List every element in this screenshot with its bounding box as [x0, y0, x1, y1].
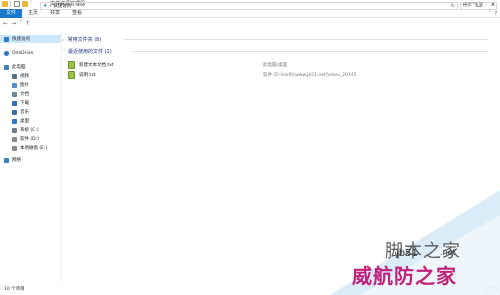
group-title: 最近使用的文件 (2) [68, 48, 112, 55]
text-file-icon [68, 61, 75, 69]
quick-access-toolbar: | ˇ [2, 1, 32, 7]
sidebar-item-onedrive[interactable]: OneDrive [0, 49, 33, 57]
sidebar-item-label: 网络 [12, 158, 21, 163]
sidebar-item-drive-c[interactable]: 系统 (C:) [0, 126, 39, 134]
sidebar-item-music[interactable]: 音乐 [0, 108, 29, 116]
sidebar-item-label: 此电脑 [12, 65, 26, 70]
navigation-pane: 快速访问 OneDrive 此电脑 视频 图片 文档 下载 音乐 桌面 系统 (… [0, 32, 62, 282]
picture-icon [12, 82, 17, 88]
item-count: 10 个项目 [4, 287, 25, 292]
file-path: 此电脑\桌面 [263, 63, 288, 68]
group-divider [133, 51, 488, 52]
drive-icon [12, 136, 17, 142]
qat-dropdown-icon[interactable]: ˇ [30, 1, 33, 7]
tab-file[interactable]: 文件 [0, 8, 23, 18]
text-file-icon [68, 71, 75, 79]
watermark-site: jb51 [396, 248, 418, 259]
desktop-icon [12, 118, 17, 124]
sidebar-item-documents[interactable]: 文档 [0, 90, 29, 98]
group-title: 常用文件夹 (8) [67, 36, 102, 43]
sidebar-item-label: 本地磁盘 (E:) [20, 146, 48, 151]
sidebar-item-quick-access[interactable]: 快速访问 [0, 35, 61, 43]
file-name: 新建文本文档.txt [79, 63, 114, 68]
properties-icon[interactable] [13, 1, 20, 7]
sidebar-item-pictures[interactable]: 图片 [0, 81, 29, 89]
breadcrumb-quick-access[interactable]: 快速访问 [53, 3, 71, 9]
sidebar-item-drive-e[interactable]: 本地磁盘 (E:) [0, 144, 47, 152]
sidebar-item-label: 快速访问 [12, 37, 30, 42]
sidebar-item-label: 视频 [20, 74, 29, 79]
sidebar-item-network[interactable]: 网络 [0, 156, 21, 164]
view-switcher [485, 287, 497, 292]
list-item[interactable]: 新建文本文档.txt 此电脑\桌面 [68, 60, 488, 70]
sidebar-item-label: 图片 [20, 83, 29, 88]
refresh-icon[interactable]: ↻ [451, 3, 455, 9]
sidebar-item-label: 软件 (D:) [20, 137, 39, 142]
search-input[interactable]: 搜索"快速... ⌕ [460, 2, 497, 10]
ribbon-controls: ˇ ? [489, 9, 497, 18]
qat-separator: | [10, 1, 12, 7]
search-placeholder: 搜索"快速... [463, 3, 488, 8]
large-icons-view-icon[interactable] [492, 287, 497, 292]
expand-ribbon-icon[interactable]: ˇ [489, 11, 492, 17]
address-bar[interactable]: ★ › 快速访问 ↻ [40, 2, 458, 10]
list-item[interactable]: 说明.txt 软件 (D:)\soft\[www.jb51.net]\eloni… [68, 70, 488, 80]
sidebar-item-this-pc[interactable]: 此电脑 [0, 63, 26, 71]
document-icon [12, 91, 17, 97]
sidebar-item-label: 音乐 [20, 110, 29, 115]
forward-button[interactable]: → [11, 19, 16, 29]
file-path: 软件 (D:)\soft\[www.jb51.net]\eloni_20745 [263, 73, 357, 78]
watermark-slogan: 威航防之家 [352, 264, 457, 288]
sidebar-item-label: 桌面 [20, 119, 29, 124]
back-button[interactable]: ← [3, 19, 8, 29]
sidebar-item-videos[interactable]: 视频 [0, 72, 29, 80]
sidebar-item-label: 下载 [20, 101, 29, 106]
drive-icon [12, 145, 17, 151]
ribbon-tabs: 文件 主页 共享 查看 [0, 8, 500, 18]
sidebar-item-label: 系统 (C:) [20, 128, 39, 133]
network-icon [4, 157, 9, 163]
drive-icon [12, 127, 17, 133]
file-name: 说明.txt [79, 73, 96, 78]
navigation-bar: ← → ˇ ↑ [0, 18, 500, 30]
group-frequent-folders[interactable]: › 常用文件夹 (8) [63, 35, 488, 43]
star-icon: ★ [43, 3, 48, 9]
recent-locations-button[interactable]: ˇ [19, 19, 22, 29]
search-icon: ⌕ [491, 3, 494, 8]
group-divider [123, 39, 488, 40]
up-button[interactable]: ↑ [25, 19, 30, 29]
cloud-icon [4, 50, 9, 56]
download-icon [12, 100, 17, 106]
chevron-right-icon: › [63, 36, 65, 42]
star-icon [4, 36, 9, 42]
video-icon [12, 73, 17, 79]
sidebar-item-label: 文档 [20, 92, 29, 97]
path-separator: › [49, 3, 52, 9]
sidebar-item-label: OneDrive [12, 50, 34, 56]
sidebar-item-drive-d[interactable]: 软件 (D:) [0, 135, 39, 143]
group-recent-files[interactable]: ˇ 最近使用的文件 (2) [63, 47, 488, 55]
sidebar-item-desktop[interactable]: 桌面 [0, 117, 29, 125]
new-folder-icon[interactable] [21, 1, 28, 7]
details-view-icon[interactable] [485, 287, 490, 292]
folder-icon [2, 1, 8, 7]
chevron-down-icon: ˇ [63, 48, 65, 54]
watermark-tld: .net [440, 248, 456, 257]
computer-icon [4, 64, 9, 70]
music-icon [12, 109, 17, 115]
sidebar-item-downloads[interactable]: 下载 [0, 99, 29, 107]
help-icon[interactable]: ? [494, 11, 497, 17]
